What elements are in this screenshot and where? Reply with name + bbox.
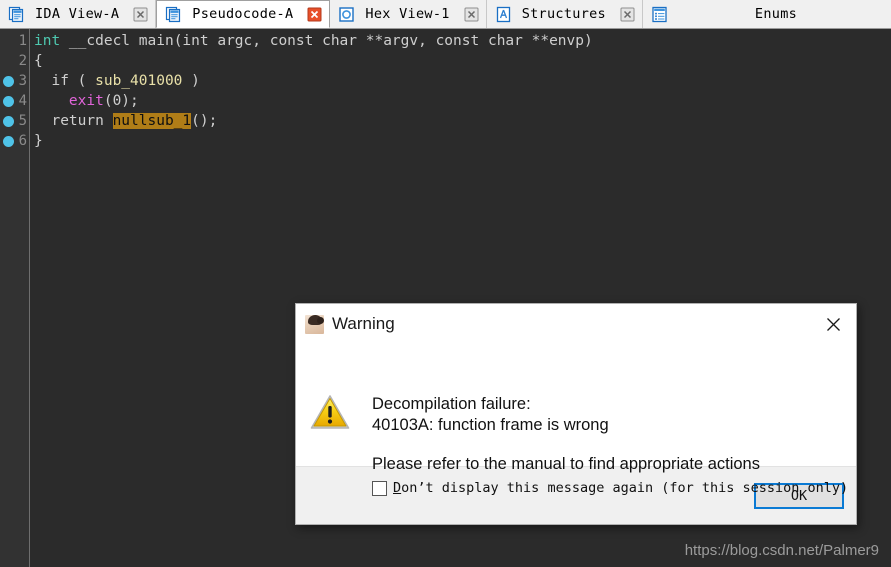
document-view-icon bbox=[165, 6, 182, 23]
dont-display-again-label: Don’t display this message again (for th… bbox=[393, 480, 848, 496]
document-view-icon bbox=[8, 6, 25, 23]
tab-label: Enums bbox=[754, 6, 798, 22]
code-token: if ( bbox=[34, 73, 96, 89]
message-line-1: Decompilation failure: bbox=[372, 395, 531, 413]
hex-view-icon bbox=[338, 6, 355, 23]
code-line[interactable]: 6 } bbox=[0, 131, 891, 151]
close-icon[interactable] bbox=[133, 7, 148, 22]
message-line-3: Please refer to the manual to find appro… bbox=[372, 455, 760, 473]
dialog-message: Decompilation failure: 40103A: function … bbox=[372, 394, 848, 496]
tab-structures[interactable]: Structures bbox=[486, 0, 643, 28]
close-icon[interactable] bbox=[620, 7, 635, 22]
tab-hex-view-1[interactable]: Hex View-1 bbox=[330, 0, 487, 28]
code-lines: 1 int __cdecl main(int argc, const char … bbox=[0, 29, 891, 151]
code-line[interactable]: 1 int __cdecl main(int argc, const char … bbox=[0, 31, 891, 51]
line-content: int __cdecl main(int argc, const char **… bbox=[30, 31, 593, 51]
close-icon[interactable] bbox=[464, 7, 479, 22]
tab-enums[interactable]: Enums bbox=[642, 0, 891, 28]
accelerator-key: D bbox=[393, 480, 402, 496]
line-content: return nullsub_1(); bbox=[30, 111, 217, 131]
dont-display-again-row[interactable]: Don’t display this message again (for th… bbox=[372, 480, 848, 496]
code-line[interactable]: 2 { bbox=[0, 51, 891, 71]
line-content: if ( sub_401000 ) bbox=[30, 71, 200, 91]
line-number: 5 bbox=[18, 113, 27, 129]
dialog-close-button[interactable] bbox=[810, 304, 856, 344]
tab-ida-view-a[interactable]: IDA View-A bbox=[0, 0, 157, 28]
dont-display-again-checkbox[interactable] bbox=[372, 480, 387, 496]
code-line[interactable]: 3 if ( sub_401000 ) bbox=[0, 71, 891, 91]
code-token-library-call[interactable]: exit bbox=[69, 93, 104, 109]
tab-label: Hex View-1 bbox=[365, 6, 450, 22]
line-content: } bbox=[30, 131, 43, 151]
line-number: 2 bbox=[18, 53, 27, 69]
tab-label: IDA View-A bbox=[35, 6, 120, 22]
tab-label: Structures bbox=[521, 6, 606, 22]
line-number: 4 bbox=[18, 93, 27, 109]
line-number: 6 bbox=[18, 133, 27, 149]
code-token: (0); bbox=[103, 93, 139, 109]
warning-dialog: Warning Decompilation failure: 40103A: f… bbox=[295, 303, 857, 525]
checkbox-label-rest: on’t display this message again (for thi… bbox=[401, 480, 849, 496]
line-content: exit(0); bbox=[30, 91, 139, 111]
watermark-url: https://blog.csdn.net/Palmer9 bbox=[684, 542, 879, 559]
code-token: __cdecl main(int argc, const char **argv… bbox=[60, 33, 593, 49]
code-line[interactable]: 4 exit(0); bbox=[0, 91, 891, 111]
line-content: { bbox=[30, 51, 43, 71]
dialog-title-bar[interactable]: Warning bbox=[296, 304, 856, 344]
dialog-title: Warning bbox=[332, 314, 395, 333]
dialog-body: Decompilation failure: 40103A: function … bbox=[296, 344, 856, 496]
tab-label: Pseudocode-A bbox=[192, 6, 294, 22]
line-number: 1 bbox=[18, 33, 27, 49]
close-icon[interactable] bbox=[307, 7, 322, 22]
close-icon bbox=[826, 317, 840, 331]
line-number: 3 bbox=[18, 73, 27, 89]
code-line[interactable]: 5 return nullsub_1(); bbox=[0, 111, 891, 131]
tab-pseudocode-a[interactable]: Pseudocode-A bbox=[156, 0, 331, 28]
code-token: ) bbox=[182, 73, 200, 89]
code-token: return bbox=[34, 113, 113, 129]
warning-triangle-icon bbox=[310, 394, 350, 430]
app-avatar-icon bbox=[305, 314, 324, 334]
code-token-highlighted[interactable]: nullsub_1 bbox=[112, 113, 192, 129]
structures-icon bbox=[495, 6, 512, 23]
enums-icon bbox=[651, 6, 668, 23]
message-line-2: 40103A: function frame is wrong bbox=[372, 416, 609, 434]
code-token: (); bbox=[191, 113, 218, 129]
code-token: { bbox=[34, 53, 43, 69]
view-tab-bar: IDA View-A Pseudocode-A Hex View-1 Struc… bbox=[0, 0, 891, 29]
code-token-function[interactable]: sub_401000 bbox=[95, 73, 182, 89]
code-token: } bbox=[34, 133, 43, 149]
ida-pseudocode-window: IDA View-A Pseudocode-A Hex View-1 Struc… bbox=[0, 0, 891, 567]
code-token: int bbox=[34, 33, 61, 49]
